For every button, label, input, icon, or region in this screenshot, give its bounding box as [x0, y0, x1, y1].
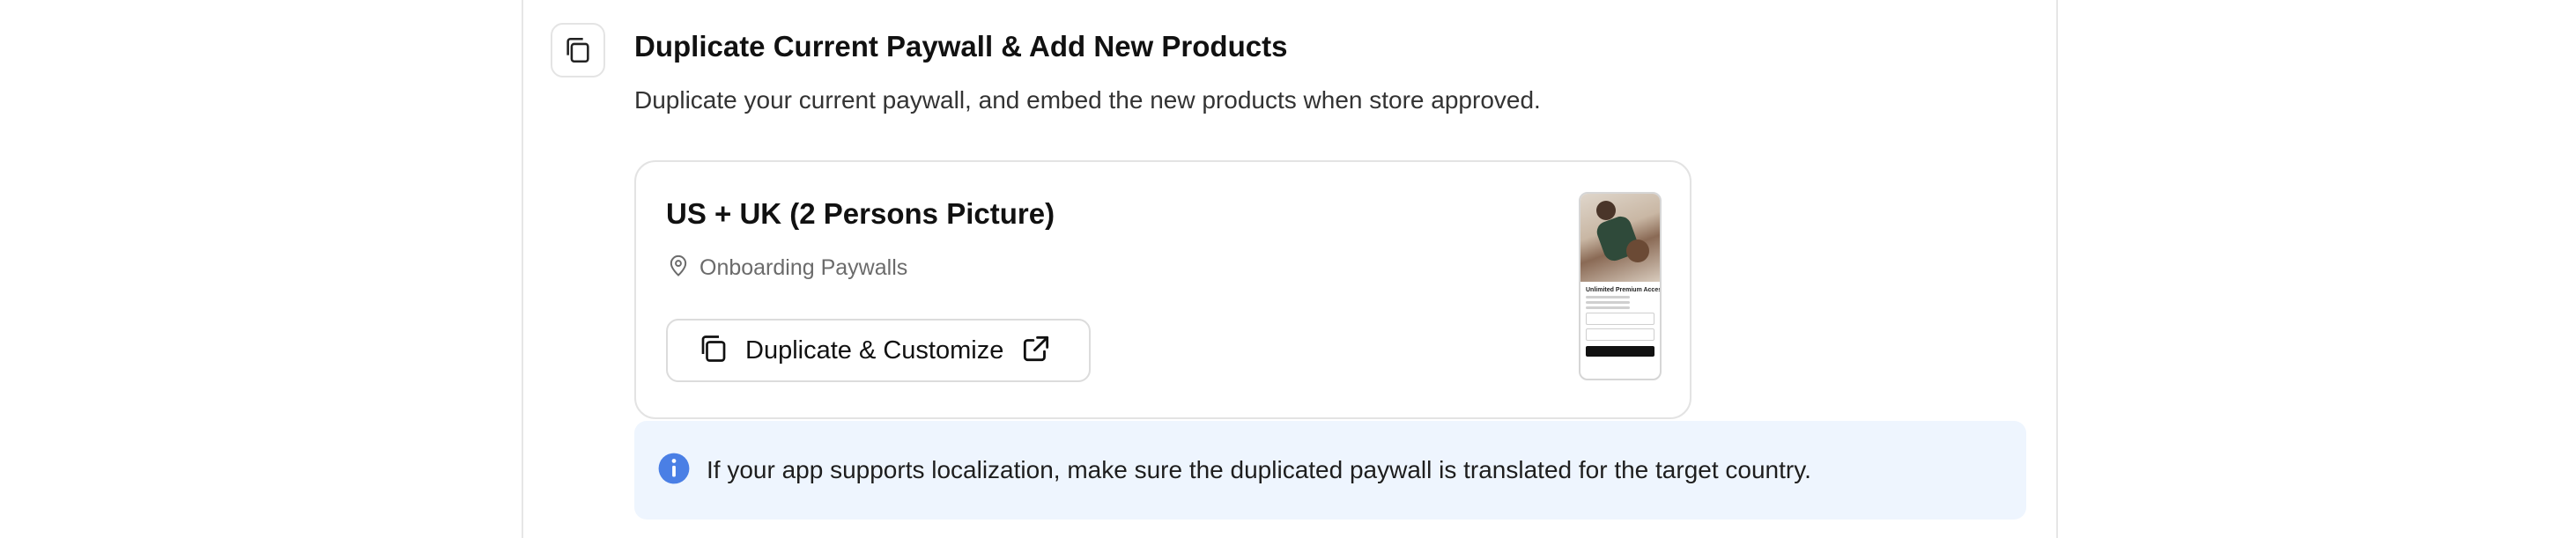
location-pin-icon	[666, 254, 691, 283]
thumbnail-photo	[1580, 194, 1660, 282]
copy-icon	[698, 333, 729, 369]
placement-label: Onboarding Paywalls	[700, 255, 908, 280]
duplicate-customize-label: Duplicate & Customize	[745, 335, 1004, 365]
copy-icon	[551, 23, 605, 77]
step-description: Duplicate your current paywall, and embe…	[634, 86, 1541, 114]
info-text: If your app supports localization, make …	[707, 456, 1811, 483]
info-icon	[657, 452, 691, 490]
paywall-title: US + UK (2 Persons Picture)	[666, 197, 1055, 230]
paywall-placement: Onboarding Paywalls	[666, 254, 907, 283]
external-link-icon	[1019, 332, 1053, 370]
thumbnail-heading: Unlimited Premium Access	[1586, 287, 1662, 293]
paywall-card: US + UK (2 Persons Picture) Onboarding P…	[634, 160, 1691, 419]
duplicate-customize-button[interactable]: Duplicate & Customize	[666, 319, 1091, 382]
paywall-thumbnail[interactable]: Unlimited Premium Access	[1579, 192, 1662, 380]
localization-info-banner: If your app supports localization, make …	[634, 421, 2026, 520]
step-title: Duplicate Current Paywall & Add New Prod…	[634, 30, 1288, 63]
